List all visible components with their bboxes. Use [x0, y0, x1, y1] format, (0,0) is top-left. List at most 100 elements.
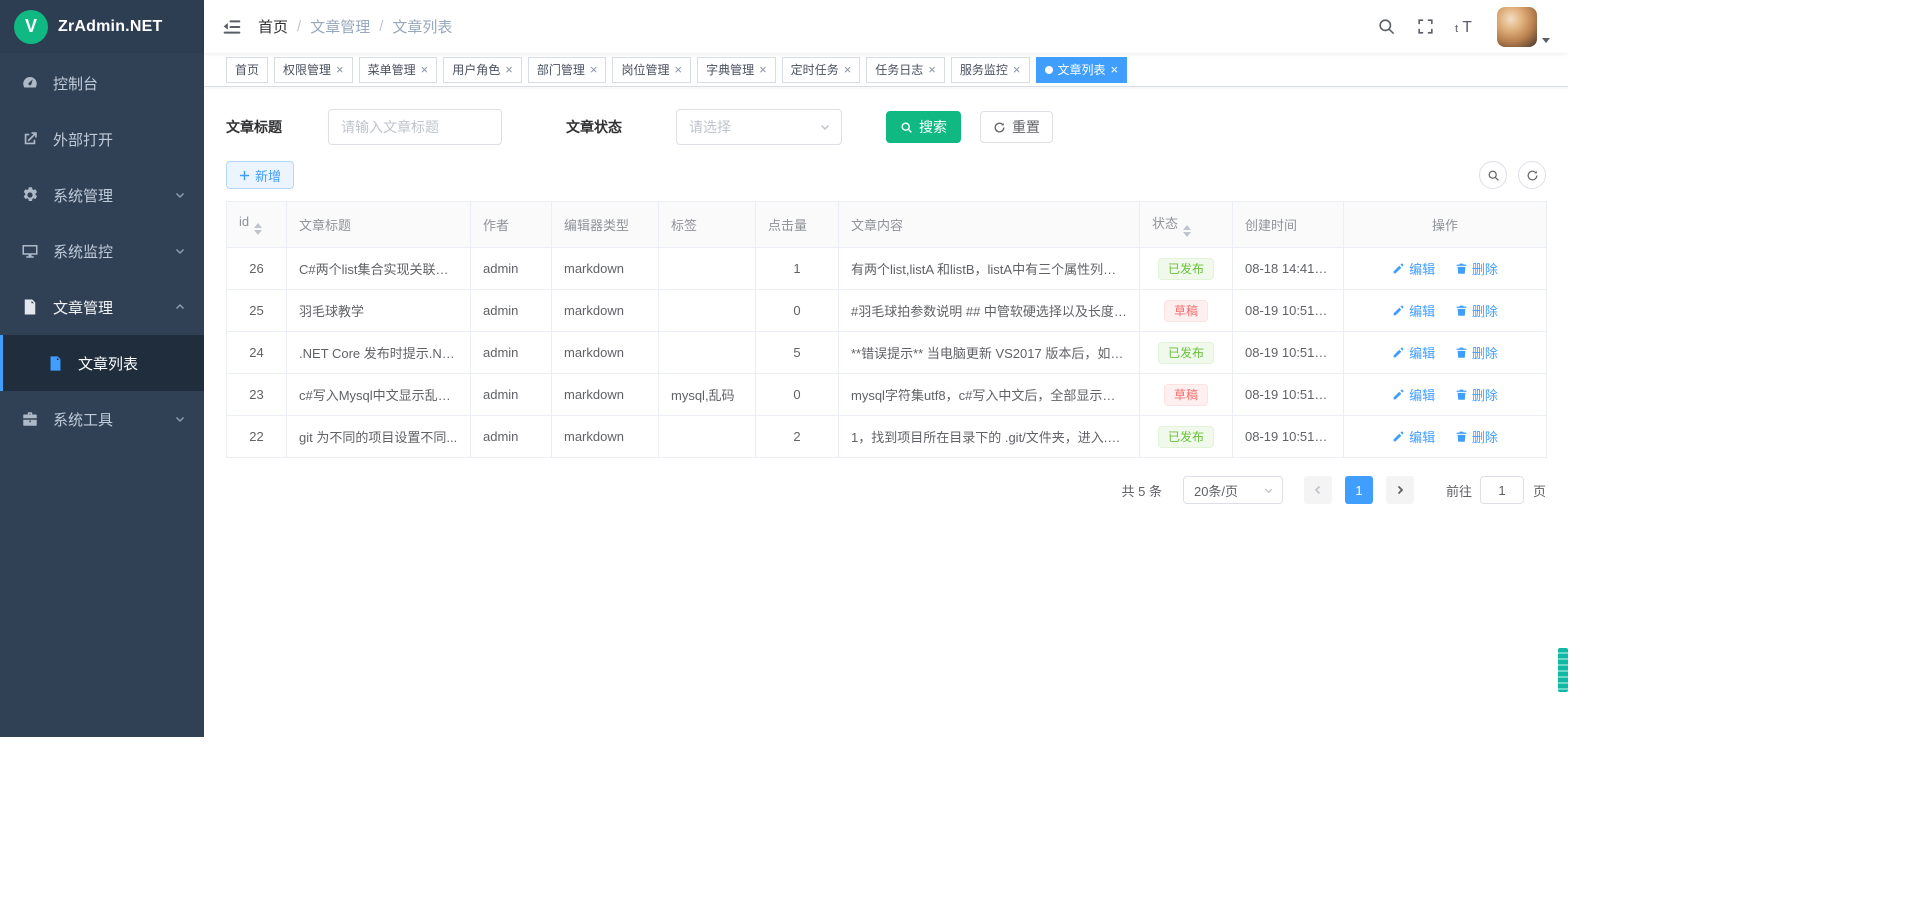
tab-server-monitor[interactable]: 服务监控 ×	[951, 57, 1030, 83]
plus-icon	[239, 170, 250, 181]
chevron-down-icon	[174, 245, 186, 257]
tab-user-role[interactable]: 用户角色 ×	[443, 57, 522, 83]
refresh-table-button[interactable]	[1518, 161, 1546, 189]
scrollbar-thumb[interactable]	[1558, 648, 1568, 692]
cell-id: 25	[227, 290, 287, 332]
reset-button[interactable]: 重置	[980, 111, 1053, 143]
cell-tags	[659, 416, 756, 458]
table-row: 25 羽毛球教学 admin markdown 0 #羽毛球拍参数说明 ## 中…	[227, 290, 1547, 332]
edit-button[interactable]: 编辑	[1392, 385, 1435, 404]
prev-page-button[interactable]	[1304, 476, 1332, 504]
cell-tags	[659, 290, 756, 332]
cell-title: git 为不同的项目设置不同...	[287, 416, 471, 458]
sidebar-item-system-manage[interactable]: 系统管理	[0, 167, 204, 223]
tab-label: 字典管理	[706, 61, 754, 78]
filter-form: 文章标题 文章状态 请选择 搜索	[226, 109, 1546, 145]
sidebar-toggle-icon[interactable]	[222, 17, 242, 37]
app-logo[interactable]: V ZrAdmin.NET	[0, 0, 204, 53]
tab-menu-manage[interactable]: 菜单管理 ×	[359, 57, 438, 83]
select-placeholder: 请选择	[689, 117, 731, 137]
close-icon[interactable]: ×	[505, 63, 513, 76]
sidebar-item-label: 文章管理	[53, 297, 113, 318]
goto-page-input[interactable]	[1480, 476, 1524, 504]
sidebar-item-external-open[interactable]: 外部打开	[0, 111, 204, 167]
article-status-select[interactable]: 请选择	[676, 109, 842, 145]
edit-button[interactable]: 编辑	[1392, 427, 1435, 446]
edit-button[interactable]: 编辑	[1392, 301, 1435, 320]
search-icon	[900, 121, 913, 134]
page-content: 文章标题 文章状态 请选择 搜索	[204, 87, 1568, 737]
tab-label: 用户角色	[452, 61, 500, 78]
tab-label: 权限管理	[283, 61, 331, 78]
search-button[interactable]: 搜索	[886, 111, 961, 143]
cell-editor: markdown	[552, 374, 659, 416]
tab-cron-task[interactable]: 定时任务 ×	[782, 57, 861, 83]
close-icon[interactable]: ×	[928, 63, 936, 76]
delete-button[interactable]: 删除	[1455, 343, 1498, 362]
breadcrumb-item-home[interactable]: 首页	[258, 16, 288, 37]
font-size-icon[interactable]: tT	[1455, 17, 1477, 36]
cell-created: 08-19 10:51:25	[1233, 374, 1344, 416]
sidebar-item-console[interactable]: 控制台	[0, 55, 204, 111]
cell-status: 草稿	[1140, 290, 1233, 332]
tab-permission-manage[interactable]: 权限管理 ×	[274, 57, 353, 83]
tab-post-manage[interactable]: 岗位管理×	[612, 57, 691, 83]
cell-content: 有两个list,listA 和listB，listA中有三个属性列为St...	[839, 248, 1140, 290]
tab-task-log[interactable]: 任务日志×	[866, 57, 945, 83]
delete-button[interactable]: 删除	[1455, 301, 1498, 320]
status-badge: 已发布	[1158, 342, 1214, 364]
delete-button[interactable]: 删除	[1455, 259, 1498, 278]
tab-label: 定时任务	[791, 61, 839, 78]
search-icon[interactable]	[1377, 17, 1396, 36]
tab-dict-manage[interactable]: 字典管理 ×	[697, 57, 776, 83]
active-dot-icon	[1045, 66, 1053, 74]
sort-icon[interactable]	[1183, 225, 1191, 237]
edit-button[interactable]: 编辑	[1392, 259, 1435, 278]
close-icon[interactable]: ×	[1111, 63, 1119, 76]
tab-article-list[interactable]: 文章列表×	[1036, 57, 1128, 83]
fullscreen-icon[interactable]	[1416, 17, 1435, 36]
cell-editor: markdown	[552, 248, 659, 290]
close-icon[interactable]: ×	[1013, 63, 1021, 76]
sidebar-item-system-monitor[interactable]: 系统监控	[0, 223, 204, 279]
page-number-1[interactable]: 1	[1345, 476, 1373, 504]
col-header-label: 创建时间	[1245, 218, 1297, 233]
sidebar-item-system-tools[interactable]: 系统工具	[0, 391, 204, 447]
edit-button[interactable]: 编辑	[1392, 343, 1435, 362]
sort-icon[interactable]	[254, 223, 262, 235]
sidebar-item-article-manage[interactable]: 文章管理	[0, 279, 204, 335]
close-icon[interactable]: ×	[759, 63, 767, 76]
breadcrumb-item-article-list[interactable]: 文章列表	[392, 16, 452, 37]
avatar[interactable]	[1497, 7, 1537, 47]
toggle-search-button[interactable]	[1479, 161, 1507, 189]
col-header-status[interactable]: 状态	[1140, 202, 1233, 248]
breadcrumb-item-article-manage[interactable]: 文章管理	[310, 16, 370, 37]
close-icon[interactable]: ×	[590, 63, 598, 76]
col-header-label: 点击量	[768, 218, 807, 233]
tab-dept-manage[interactable]: 部门管理×	[528, 57, 607, 83]
col-header-label: 标签	[671, 218, 697, 233]
close-icon[interactable]: ×	[844, 63, 852, 76]
delete-button[interactable]: 删除	[1455, 427, 1498, 446]
main-area: 首页 / 文章管理 / 文章列表 tT	[204, 0, 1568, 737]
close-icon[interactable]: ×	[421, 63, 429, 76]
cell-title: c#写入Mysql中文显示乱码 ...	[287, 374, 471, 416]
article-title-input[interactable]	[328, 109, 502, 145]
close-icon[interactable]: ×	[674, 63, 682, 76]
tab-label: 服务监控	[960, 61, 1008, 78]
tab-home[interactable]: 首页	[226, 57, 268, 83]
page-size-select[interactable]: 20条/页	[1183, 476, 1283, 504]
close-icon[interactable]: ×	[336, 63, 344, 76]
next-page-button[interactable]	[1386, 476, 1414, 504]
delete-button[interactable]: 删除	[1455, 385, 1498, 404]
goto-label: 前往	[1446, 481, 1472, 500]
cell-created: 08-18 14:41:36	[1233, 248, 1344, 290]
refresh-icon	[1526, 169, 1539, 182]
edit-label: 编辑	[1409, 301, 1435, 320]
add-button[interactable]: 新增	[226, 161, 294, 189]
sidebar-item-article-list[interactable]: 文章列表	[0, 335, 204, 391]
user-menu[interactable]	[1497, 7, 1550, 47]
col-header-id[interactable]: id	[227, 202, 287, 248]
tab-label: 菜单管理	[368, 61, 416, 78]
page-size-value: 20条/页	[1194, 481, 1238, 500]
